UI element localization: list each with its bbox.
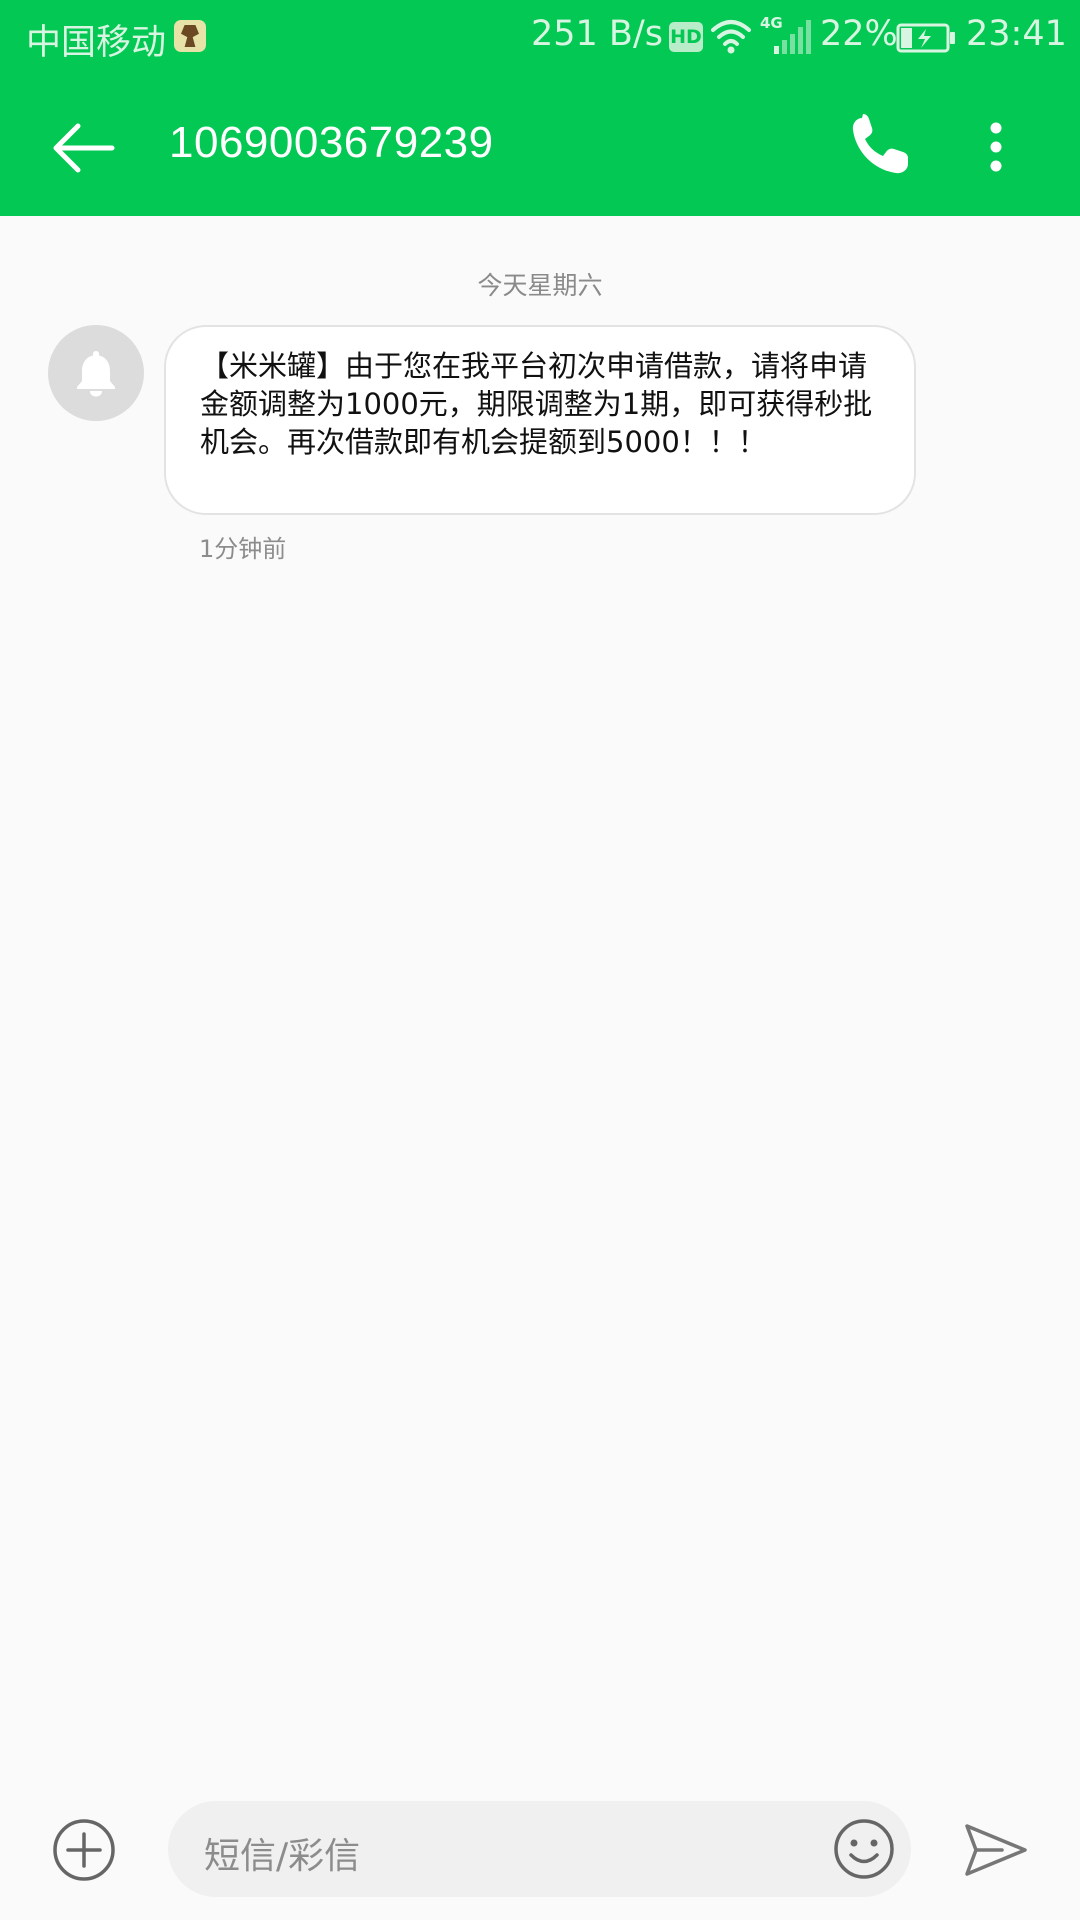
carrier-name: 中国移动 — [26, 23, 167, 63]
message-bubble[interactable]: 【米米罐】由于您在我平台初次申请借款，请将申请金额调整为1000元，期限调整为1… — [164, 325, 916, 515]
send-icon — [965, 1824, 1027, 1876]
emoji-icon — [834, 1819, 894, 1879]
more-vertical-icon — [990, 122, 1002, 172]
date-divider: 今天星期六 — [477, 271, 603, 300]
battery-percent: 22% — [820, 14, 898, 54]
battery-charging-icon — [896, 22, 956, 62]
message-text: 【米米罐】由于您在我平台初次申请借款，请将申请金额调整为1000元，期限调整为1… — [200, 349, 873, 459]
header-region: 中国移动 251 B/s HD 4G 22% 23:41 10690036792… — [0, 0, 1080, 216]
sender-avatar[interactable] — [48, 325, 144, 421]
emoji-button[interactable] — [832, 1817, 896, 1881]
bell-icon — [77, 351, 115, 397]
status-bar: 中国移动 251 B/s HD 4G 22% 23:41 — [0, 0, 1080, 76]
call-button[interactable] — [840, 106, 920, 186]
hd-badge: HD — [669, 22, 703, 52]
wifi-icon — [710, 16, 752, 65]
more-options-button[interactable] — [966, 106, 1026, 186]
message-input-placeholder: 短信/彩信 — [204, 1836, 361, 1877]
download-badge-icon — [174, 20, 206, 52]
signal-icon — [772, 20, 814, 63]
message-input[interactable]: 短信/彩信 — [168, 1801, 911, 1897]
add-attachment-button[interactable] — [50, 1816, 118, 1884]
app-bar: 1069003679239 — [0, 76, 1080, 216]
phone-icon — [852, 114, 908, 174]
back-button[interactable] — [40, 106, 120, 186]
status-time: 23:41 — [966, 14, 1067, 54]
arrow-left-icon — [53, 123, 115, 173]
network-speed: 251 B/s — [531, 14, 663, 54]
contact-title: 1069003679239 — [169, 118, 494, 167]
plus-circle-icon — [53, 1819, 115, 1881]
send-button[interactable] — [962, 1820, 1030, 1880]
message-timestamp: 1分钟前 — [199, 535, 287, 563]
